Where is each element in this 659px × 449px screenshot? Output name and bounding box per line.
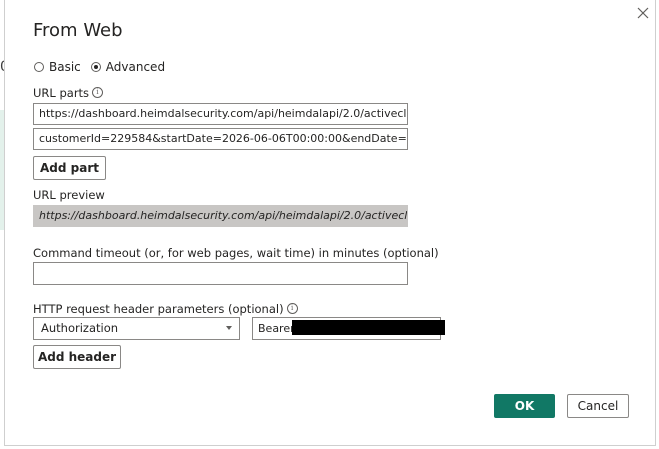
http-headers-info-icon: i <box>286 303 298 314</box>
add-part-button[interactable]: Add part <box>33 156 106 180</box>
radio-basic[interactable]: Basic <box>34 60 81 74</box>
redaction-block <box>292 320 445 335</box>
chevron-down-icon <box>226 326 232 330</box>
from-web-dialog: From Web Basic Advanced URL parts i https… <box>4 0 656 446</box>
dialog-title: From Web <box>33 20 123 41</box>
url-preview-label: URL preview <box>33 188 105 202</box>
radio-advanced-circle <box>90 62 101 72</box>
cancel-button[interactable]: Cancel <box>567 394 629 418</box>
timeout-label: Command timeout (or, for web pages, wait… <box>33 246 439 260</box>
radio-advanced-label: Advanced <box>105 60 166 74</box>
radio-advanced[interactable]: Advanced <box>90 60 166 74</box>
radio-basic-label: Basic <box>49 60 81 74</box>
page: 0 From Web Basic Advanced URL partsi htt… <box>0 0 659 449</box>
url-parts-label-text: URL parts <box>33 86 90 100</box>
url-preview-field: https://dashboard.heimdalsecurity.com/ap… <box>33 205 408 227</box>
http-headers-label: HTTP request header parameters (optional… <box>33 302 298 316</box>
http-headers-label-text: HTTP request header parameters (optional… <box>33 302 284 316</box>
timeout-input[interactable] <box>33 262 408 285</box>
radio-basic-circle <box>34 62 44 72</box>
url-parts-label: URL parts i <box>33 86 104 100</box>
url-parts-info-icon: i <box>92 87 104 98</box>
url-part-1-input[interactable]: https://dashboard.heimdalsecurity.com/ap… <box>33 103 408 125</box>
mode-radio-group: Basic Advanced <box>34 60 175 74</box>
close-button[interactable] <box>635 5 651 21</box>
ok-button[interactable]: OK <box>494 394 555 418</box>
close-icon <box>637 7 649 19</box>
url-part-2-input[interactable]: customerId=229584&startDate=2026-06-06T0… <box>33 128 408 150</box>
add-header-button[interactable]: Add header <box>33 345 121 369</box>
header-name-value: Authorization <box>41 321 119 335</box>
header-name-select[interactable]: Authorization <box>33 317 240 340</box>
